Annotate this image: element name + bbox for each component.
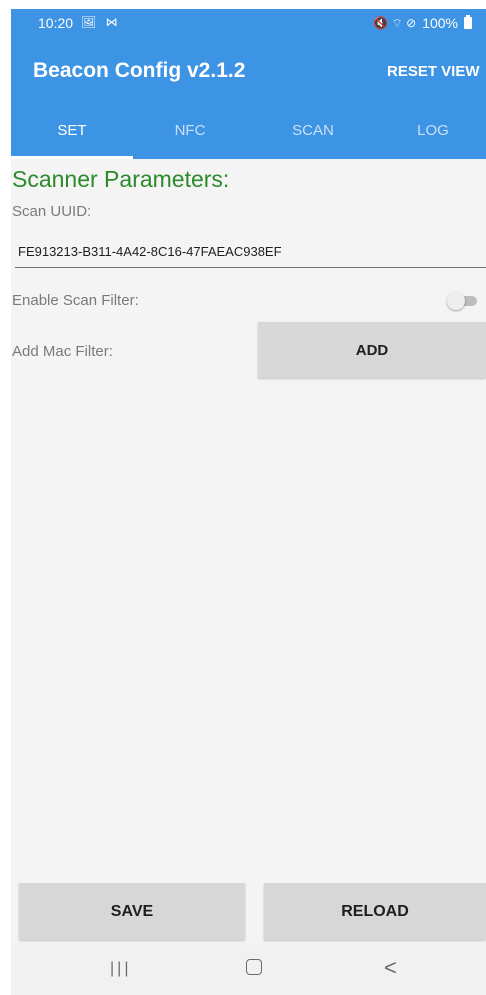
tab-set[interactable]: SET <box>13 105 131 159</box>
tab-scan[interactable]: SCAN <box>254 105 372 159</box>
battery-icon <box>464 15 472 29</box>
home-icon[interactable] <box>246 959 262 975</box>
add-mac-filter-button[interactable]: ADD <box>258 322 486 378</box>
section-title: Scanner Parameters: <box>12 166 230 192</box>
status-bar: 10:20 🖼 ⋈ 🔇 ⌔ ⊘ 100% <box>11 9 486 37</box>
back-icon[interactable]: < <box>384 955 397 981</box>
status-time: 10:20 <box>38 15 74 31</box>
active-tab-indicator <box>11 156 133 159</box>
tab-bar: SET NFC SCAN LOG <box>11 105 486 159</box>
scan-uuid-label: Scan UUID: <box>12 203 92 220</box>
tab-log[interactable]: LOG <box>374 105 486 159</box>
app-title: Beacon Config v2.1.2 <box>33 59 246 82</box>
navigation-bar: ||| < <box>11 945 486 995</box>
app-bar: Beacon Config v2.1.2 RESET VIEW <box>11 37 486 105</box>
enable-scan-filter-label: Enable Scan Filter: <box>12 292 139 309</box>
system-status-icons: 🔇 ⌔ ⊘ <box>373 15 417 30</box>
phone-screen: 10:20 🖼 ⋈ 🔇 ⌔ ⊘ 100% Beacon Config v2.1.… <box>11 9 486 995</box>
recent-apps-icon[interactable]: ||| <box>110 960 131 978</box>
add-mac-filter-label: Add Mac Filter: <box>12 343 113 360</box>
status-right: 🔇 ⌔ ⊘ 100% <box>373 15 472 31</box>
scan-uuid-input[interactable]: FE913213-B311-4A42-8C16-47FAEAC938EF <box>15 236 486 268</box>
tab-nfc[interactable]: NFC <box>131 105 249 159</box>
reload-button[interactable]: RELOAD <box>264 883 486 940</box>
scan-filter-toggle[interactable] <box>447 292 479 310</box>
save-button[interactable]: SAVE <box>19 883 245 940</box>
notification-icons: 🖼 ⋈ <box>81 15 121 29</box>
reset-view-button[interactable]: RESET VIEW <box>387 63 480 80</box>
toggle-thumb <box>447 292 465 310</box>
battery-percent: 100% <box>422 15 458 31</box>
